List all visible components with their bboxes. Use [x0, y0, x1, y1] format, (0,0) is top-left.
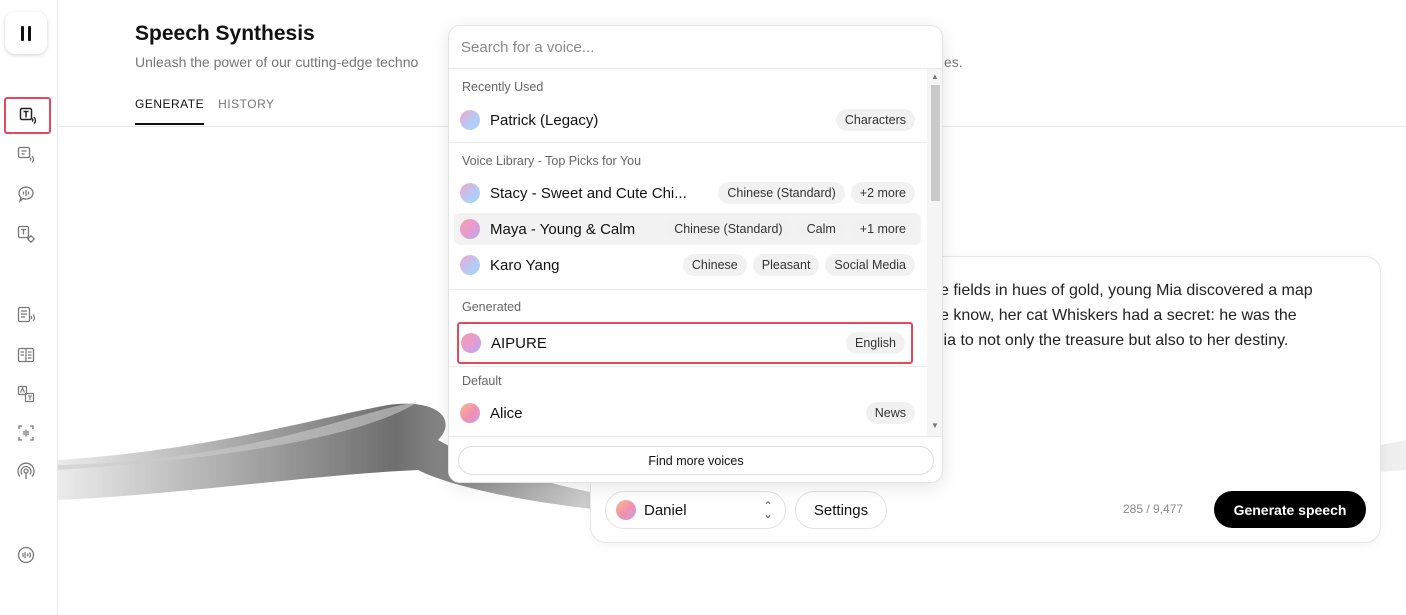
- story-line: e fields in hues of gold, young Mia disc…: [940, 282, 1313, 299]
- voice-name: AIPURE: [491, 334, 547, 352]
- voice-tag: Chinese (Standard): [718, 182, 845, 204]
- voice-avatar: [460, 183, 480, 203]
- tab-generate[interactable]: GENERATE: [135, 97, 205, 125]
- voice-chat-icon: [18, 186, 34, 203]
- settings-button[interactable]: Settings: [795, 491, 887, 529]
- voice-select[interactable]: Daniel ⌃ ⌄: [605, 491, 786, 529]
- voice-tag: Chinese: [682, 254, 747, 276]
- scroll-down-arrow-icon[interactable]: ▼: [931, 421, 939, 430]
- voice-list: Recently Used Patrick (Legacy) Character…: [449, 69, 927, 436]
- scrollbar-thumb[interactable]: [931, 85, 940, 201]
- sidebar-item-speech-to-speech[interactable]: [9, 138, 43, 172]
- section-label-generated: Generated: [462, 300, 522, 314]
- selected-voice-name: Daniel: [644, 501, 687, 519]
- voice-tag: Chinese (Standard): [665, 218, 792, 240]
- section-label-default: Default: [462, 374, 502, 388]
- voice-name: Alice: [490, 404, 523, 422]
- voice-settings-icon: [17, 225, 35, 243]
- tab-history[interactable]: HISTORY: [218, 97, 274, 125]
- pause-logo-button[interactable]: [5, 12, 47, 54]
- voice-option-patrick[interactable]: Patrick (Legacy) Characters: [454, 104, 921, 136]
- podcast-icon: [17, 462, 35, 479]
- text-to-speech-icon: [19, 107, 36, 124]
- voice-search-input[interactable]: [461, 36, 921, 58]
- sidebar-item-audio-native[interactable]: [9, 538, 43, 572]
- voice-name: Patrick (Legacy): [490, 111, 599, 129]
- voice-tag: Pleasant: [752, 254, 820, 276]
- pause-icon-bar: [28, 25, 31, 41]
- voice-avatar: [616, 500, 636, 520]
- projects-icon: [17, 306, 36, 323]
- sidebar-item-podcast[interactable]: [9, 455, 43, 489]
- voice-avatar: [460, 110, 480, 130]
- dubbing-icon: [17, 347, 35, 363]
- pause-icon: [21, 25, 24, 41]
- character-count: 285 / 9,477: [1123, 502, 1184, 516]
- voice-avatar: [461, 333, 481, 353]
- voice-tag: Calm: [797, 218, 845, 240]
- voice-name: Maya - Young & Calm: [490, 220, 636, 238]
- voice-isolator-icon: [18, 425, 34, 441]
- section-label-recent: Recently Used: [462, 80, 544, 94]
- translate-icon: [17, 385, 35, 403]
- voice-search-row: [449, 26, 942, 69]
- voice-name: Karo Yang: [490, 256, 560, 274]
- story-line: lia to not only the treasure but also to…: [940, 332, 1289, 349]
- scroll-up-arrow-icon[interactable]: ▲: [931, 72, 939, 81]
- sidebar-item-projects[interactable]: [9, 298, 43, 332]
- tab-bar: GENERATE HISTORY: [135, 97, 289, 125]
- sidebar: [0, 0, 58, 615]
- voice-dropdown: Recently Used Patrick (Legacy) Character…: [448, 25, 943, 483]
- chevron-up-down-icon: ⌃ ⌄: [762, 499, 773, 521]
- generate-speech-button[interactable]: Generate speech: [1214, 491, 1366, 528]
- audio-native-icon: [17, 546, 35, 564]
- voice-name: Stacy - Sweet and Cute Chi...: [490, 184, 687, 202]
- voice-avatar: [460, 255, 480, 275]
- app-root: Speech Synthesis Unleash the power of ou…: [0, 0, 1406, 615]
- section-divider: [449, 289, 927, 290]
- section-label-library: Voice Library - Top Picks for You: [462, 154, 642, 168]
- voice-option-stacy[interactable]: Stacy - Sweet and Cute Chi... Chinese (S…: [454, 177, 921, 209]
- story-text[interactable]: e fields in hues of gold, young Mia disc…: [940, 278, 1380, 353]
- sidebar-item-voice-isolator[interactable]: [9, 416, 43, 450]
- voice-avatar: [460, 219, 480, 239]
- speech-to-speech-icon: [17, 146, 35, 163]
- voice-option-maya[interactable]: Maya - Young & Calm Chinese (Standard) C…: [454, 213, 921, 245]
- page-subtitle: Unleash the power of our cutting-edge te…: [135, 54, 419, 70]
- sidebar-item-voice-settings[interactable]: [9, 217, 43, 251]
- find-more-voices-button[interactable]: Find more voices: [458, 446, 934, 475]
- voice-list-scrollbar[interactable]: ▲ ▼: [927, 69, 942, 436]
- voice-tag: Characters: [835, 109, 915, 131]
- section-divider: [449, 142, 927, 143]
- dropdown-footer: Find more voices: [449, 436, 942, 482]
- voice-tag: +2 more: [850, 182, 915, 204]
- voice-tag: News: [865, 402, 915, 424]
- sidebar-item-text-to-speech[interactable]: [4, 97, 51, 134]
- voice-tag: Social Media: [825, 254, 915, 276]
- sidebar-item-translate[interactable]: [9, 377, 43, 411]
- voice-tag: English: [846, 332, 905, 354]
- story-line: e know, her cat Whiskers had a secret: h…: [940, 307, 1297, 324]
- sidebar-item-voice-chat[interactable]: [9, 177, 43, 211]
- voice-option-alice[interactable]: Alice News: [454, 397, 921, 429]
- section-divider: [449, 366, 927, 367]
- voice-option-karo-yang[interactable]: Karo Yang Chinese Pleasant Social Media: [454, 249, 921, 281]
- page-subtitle-tail: es.: [944, 54, 963, 70]
- voice-tag: +1 more: [850, 218, 915, 240]
- voice-avatar: [460, 403, 480, 423]
- sidebar-item-dubbing[interactable]: [9, 338, 43, 372]
- voice-option-aipure[interactable]: AIPURE English: [457, 322, 913, 364]
- page-title: Speech Synthesis: [135, 22, 315, 45]
